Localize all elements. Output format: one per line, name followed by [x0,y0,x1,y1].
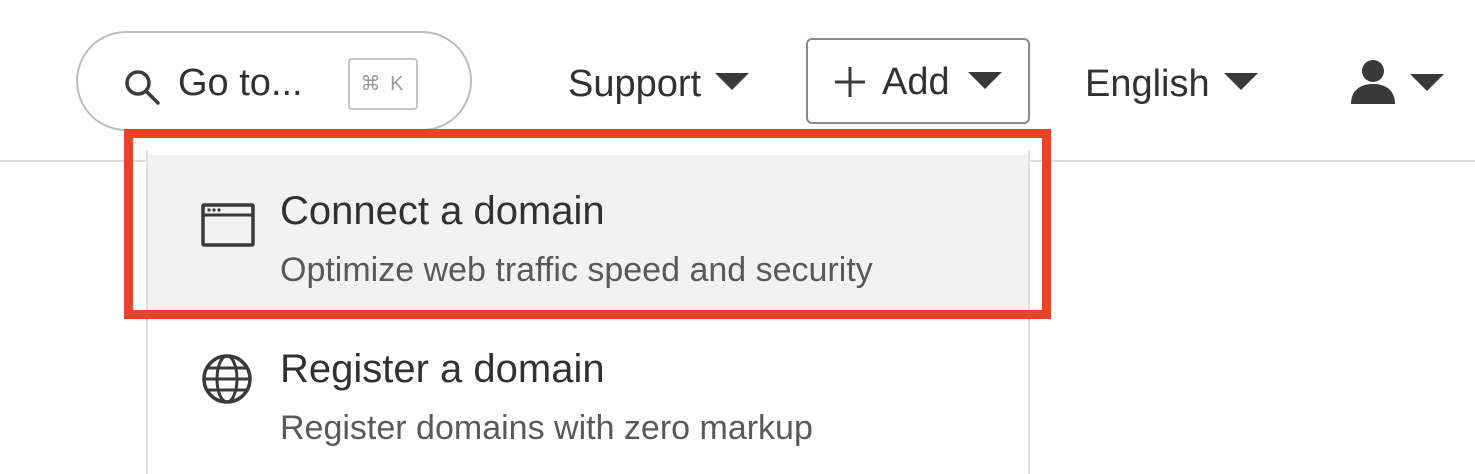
user-icon [1351,60,1395,104]
support-label: Support [568,63,702,105]
chevron-down-icon [715,73,750,91]
support-menu-button[interactable]: Support [568,56,750,112]
search-label: Go to... [178,62,303,104]
user-menu-button[interactable] [1348,58,1458,108]
language-menu-button[interactable]: English [1085,56,1258,112]
go-to-search-button[interactable]: Go to... ⌘ K [76,31,472,131]
menu-item-description: Register domains with zero markup [280,409,813,447]
chevron-down-icon [968,72,1002,89]
globe-icon [202,354,252,404]
menu-item-connect-domain[interactable]: Connect a domain Optimize web traffic sp… [148,155,1028,313]
language-label: English [1085,63,1210,105]
add-button[interactable]: Add [806,38,1030,124]
add-label: Add [882,61,950,103]
menu-item-title: Connect a domain [280,189,605,233]
plus-icon [835,67,865,97]
chevron-down-icon [1410,74,1444,91]
browser-window-icon [201,203,255,247]
menu-item-title: Register a domain [280,347,605,391]
menu-item-description: Optimize web traffic speed and security [280,251,873,289]
search-icon [125,70,160,105]
keyboard-shortcut-badge: ⌘ K [348,58,418,110]
top-navigation-bar: Go to... ⌘ K Support Add English [0,0,1475,162]
app-window: Go to... ⌘ K Support Add English Connect… [0,0,1475,474]
add-dropdown-menu: Connect a domain Optimize web traffic sp… [146,150,1030,474]
chevron-down-icon [1223,73,1258,91]
menu-item-register-domain[interactable]: Register a domain Register domains with … [148,313,1028,471]
